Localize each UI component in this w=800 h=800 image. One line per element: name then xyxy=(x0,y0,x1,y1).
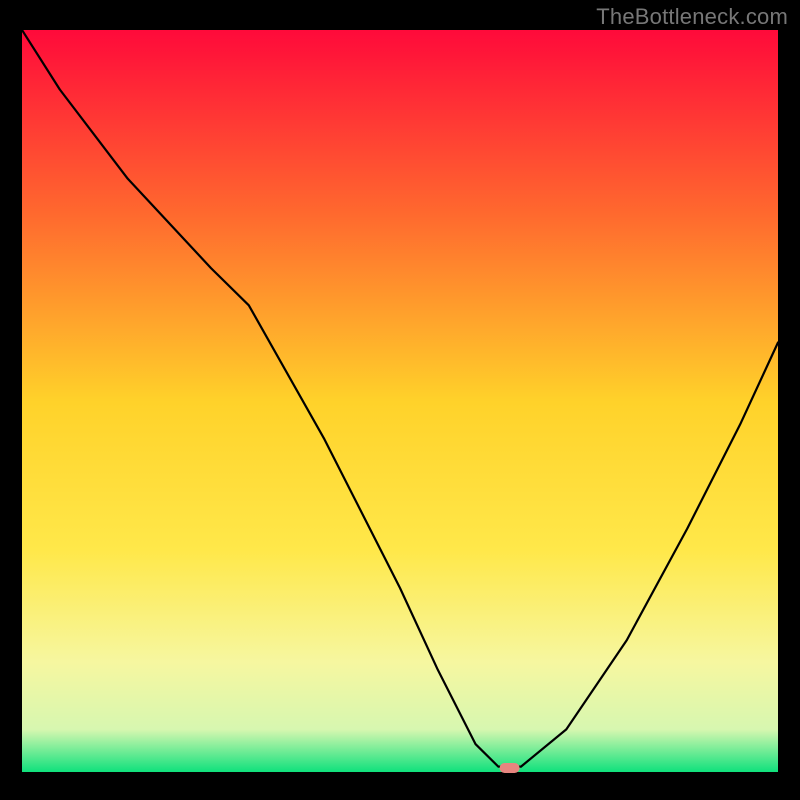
watermark-text: TheBottleneck.com xyxy=(596,4,788,30)
gradient-background xyxy=(22,30,778,774)
plot-svg xyxy=(22,30,778,774)
sweet-spot-marker xyxy=(500,763,520,773)
bottleneck-plot xyxy=(22,30,778,774)
chart-frame: TheBottleneck.com xyxy=(0,0,800,800)
